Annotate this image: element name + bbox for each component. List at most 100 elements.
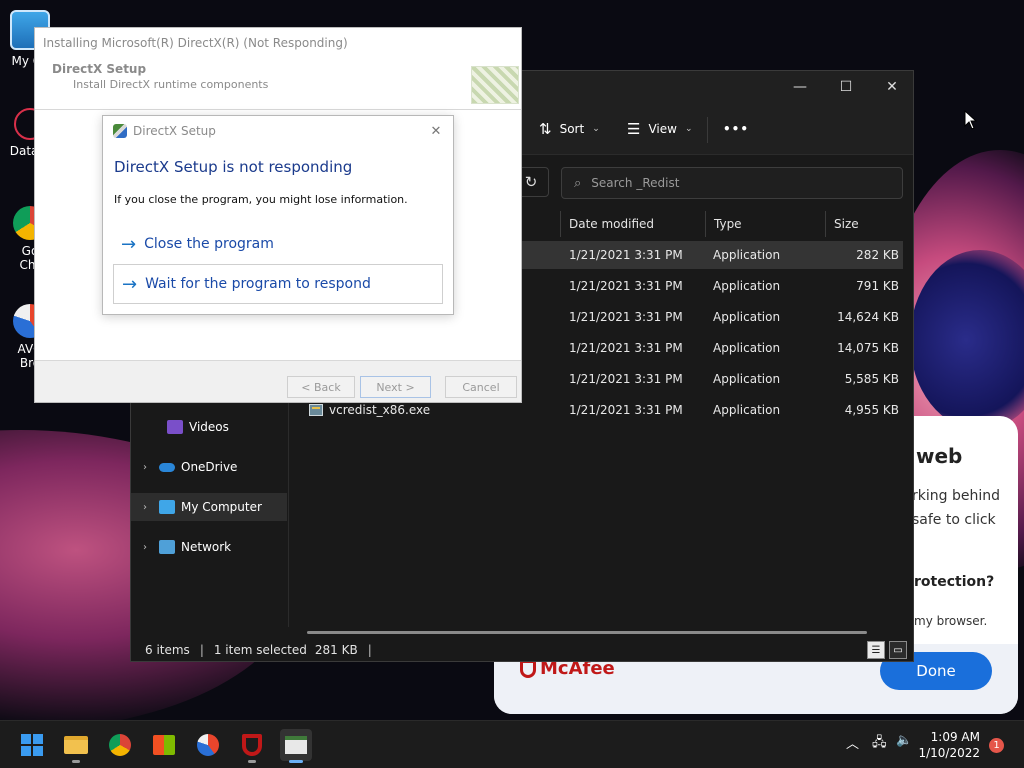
chevron-down-icon: ⌄ (684, 124, 693, 134)
view-toggles: ☰ ▭ (867, 641, 907, 659)
file-size: 14,075 KB (837, 341, 899, 355)
file-size: 5,585 KB (844, 372, 899, 386)
column-header-type[interactable]: Type (705, 211, 825, 237)
cancel-button[interactable]: Cancel (445, 376, 517, 398)
clock-date: 1/10/2022 (918, 746, 980, 760)
minimize-icon: — (793, 79, 807, 95)
nav-item-onedrive[interactable]: › OneDrive (131, 453, 287, 481)
mcafee-small-text: my browser. (914, 614, 988, 628)
mcafee-heading: web (916, 444, 963, 468)
file-date: 1/21/2021 3:31 PM (569, 372, 683, 386)
onedrive-cloud-icon (159, 462, 175, 472)
file-size: 791 KB (856, 279, 899, 293)
file-type: Application (713, 279, 781, 293)
nr-title: DirectX Setup (133, 124, 216, 138)
directx-app-icon (113, 124, 127, 138)
network-tray-button[interactable]: 🖧 (872, 733, 887, 755)
file-date: 1/21/2021 3:31 PM (569, 403, 683, 417)
sort-label: Sort (559, 122, 585, 136)
dx-window-title[interactable]: Installing Microsoft(R) DirectX(R) (Not … (35, 28, 521, 58)
nav-item-videos[interactable]: Videos (131, 413, 287, 441)
more-options-button[interactable]: ••• (723, 117, 749, 141)
column-header-date[interactable]: Date modified (560, 211, 700, 237)
videos-icon (167, 420, 183, 434)
nr-titlebar[interactable]: DirectX Setup (103, 116, 453, 146)
close-program-option[interactable]: → Close the program (113, 224, 443, 264)
file-date: 1/21/2021 3:31 PM (569, 279, 683, 293)
file-date: 1/21/2021 3:31 PM (569, 341, 683, 355)
arrow-right-icon: → (121, 233, 137, 255)
taskbar-chrome[interactable] (104, 729, 136, 761)
taskbar-avg-browser[interactable] (192, 729, 224, 761)
navigation-pane: Videos › OneDrive › My Computer › Networ… (131, 401, 289, 627)
nav-item-label: My Computer (181, 500, 262, 514)
nav-item-my-computer[interactable]: › My Computer (131, 493, 287, 521)
file-size: 282 KB (856, 248, 899, 262)
taskbar-mcafee[interactable] (236, 729, 268, 763)
file-size: 4,955 KB (844, 403, 899, 417)
option-label: Close the program (144, 236, 274, 252)
setup-window-icon (285, 736, 307, 754)
show-hidden-icons-button[interactable]: ︿ (846, 733, 859, 752)
folder-icon (64, 736, 88, 754)
network-icon (159, 540, 175, 554)
close-icon: ✕ (430, 123, 442, 139)
mcafee-text: safe to click (912, 512, 996, 528)
details-view-icon: ☰ (871, 644, 881, 656)
back-button[interactable]: < Back (287, 376, 355, 398)
exe-file-icon (309, 404, 323, 416)
windows-logo-icon (21, 734, 43, 756)
directx-logo-icon (471, 66, 519, 104)
chevron-right-icon: › (143, 461, 147, 473)
horizontal-scrollbar[interactable] (307, 631, 867, 634)
clock-time: 1:09 AM (930, 730, 980, 744)
nr-message: If you close the program, you might lose… (114, 193, 408, 206)
status-item-count: 6 items (145, 643, 190, 657)
notification-badge[interactable]: 1 (989, 738, 1004, 753)
view-icon: ☰ (627, 120, 641, 138)
search-icon: ⌕ (574, 175, 582, 191)
file-type: Application (713, 310, 781, 324)
taskbar: ︿ 🖧 🔈 1:09 AM 1/10/2022 1 (0, 720, 1024, 768)
taskbar-store[interactable] (148, 729, 180, 761)
file-date: 1/21/2021 3:31 PM (569, 248, 683, 262)
maximize-icon: ☐ (839, 79, 853, 95)
nr-close-button[interactable]: ✕ (427, 122, 445, 140)
nav-item-network[interactable]: › Network (131, 533, 287, 561)
tiles-view-button[interactable]: ▭ (889, 641, 907, 659)
taskbar-directx-setup[interactable] (280, 729, 312, 763)
network-icon: 🖧 (872, 735, 887, 750)
column-header-size[interactable]: Size (825, 211, 905, 237)
taskbar-file-explorer[interactable] (60, 729, 92, 763)
taskbar-clock[interactable]: 1:09 AM 1/10/2022 (918, 729, 980, 761)
file-size: 14,624 KB (837, 310, 899, 324)
nav-item-label: Network (181, 540, 232, 554)
mcafee-shield-icon (242, 734, 262, 756)
search-placeholder: Search _Redist (591, 176, 680, 190)
chevron-up-icon: ︿ (846, 737, 860, 752)
search-input[interactable]: ⌕ Search _Redist (561, 167, 903, 199)
cmdbar-divider (707, 117, 708, 143)
details-view-button[interactable]: ☰ (867, 641, 885, 659)
volume-tray-button[interactable]: 🔈 (896, 733, 912, 748)
chrome-icon (109, 734, 131, 756)
monitor-icon (159, 500, 175, 514)
explorer-status-bar: 6 items | 1 item selected 281 KB | (145, 643, 372, 657)
not-responding-dialog: DirectX Setup ✕ DirectX Setup is not res… (102, 115, 454, 315)
chevron-right-icon: › (143, 541, 147, 553)
wait-for-program-option[interactable]: → Wait for the program to respond (113, 264, 443, 304)
start-button[interactable] (16, 729, 48, 761)
status-selection: 1 item selected (213, 643, 307, 657)
store-bag-icon (153, 735, 175, 755)
sort-button[interactable]: ⇅ Sort ⌄ (539, 117, 600, 141)
view-label: View (648, 122, 677, 136)
close-icon: ✕ (886, 79, 898, 95)
view-button[interactable]: ☰ View ⌄ (627, 117, 692, 141)
close-button[interactable]: ✕ (869, 75, 915, 99)
maximize-button[interactable]: ☐ (823, 75, 869, 99)
next-button[interactable]: Next > (360, 376, 431, 398)
speaker-icon: 🔈 (896, 733, 913, 748)
file-type: Application (713, 403, 781, 417)
minimize-button[interactable]: — (777, 75, 823, 99)
mouse-cursor-icon (964, 110, 978, 130)
